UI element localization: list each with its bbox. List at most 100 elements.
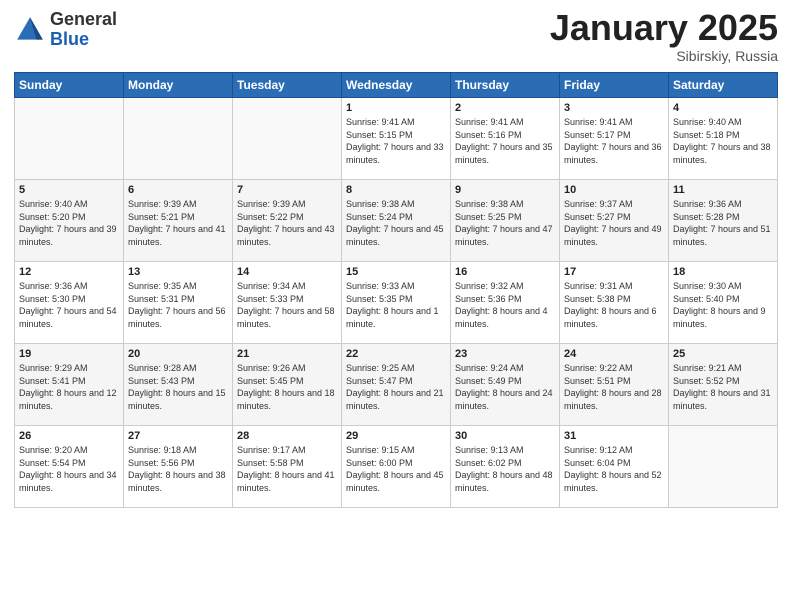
weekday-row: Sunday Monday Tuesday Wednesday Thursday… [15, 73, 778, 98]
col-thursday: Thursday [451, 73, 560, 98]
day-info: Sunrise: 9:40 AMSunset: 5:20 PMDaylight:… [19, 199, 117, 247]
logo: General Blue [14, 10, 117, 50]
calendar-cell: 10 Sunrise: 9:37 AMSunset: 5:27 PMDaylig… [560, 180, 669, 262]
calendar-cell: 1 Sunrise: 9:41 AMSunset: 5:15 PMDayligh… [342, 98, 451, 180]
calendar-cell: 27 Sunrise: 9:18 AMSunset: 5:56 PMDaylig… [124, 426, 233, 508]
day-info: Sunrise: 9:17 AMSunset: 5:58 PMDaylight:… [237, 445, 335, 493]
calendar-body: 1 Sunrise: 9:41 AMSunset: 5:15 PMDayligh… [15, 98, 778, 508]
day-number: 28 [237, 430, 337, 442]
calendar-cell: 30 Sunrise: 9:13 AMSunset: 6:02 PMDaylig… [451, 426, 560, 508]
day-info: Sunrise: 9:38 AMSunset: 5:24 PMDaylight:… [346, 199, 444, 247]
day-number: 25 [673, 348, 773, 360]
logo-text: General Blue [50, 10, 117, 50]
calendar-cell: 8 Sunrise: 9:38 AMSunset: 5:24 PMDayligh… [342, 180, 451, 262]
day-info: Sunrise: 9:22 AMSunset: 5:51 PMDaylight:… [564, 363, 662, 411]
calendar-cell [124, 98, 233, 180]
day-number: 6 [128, 184, 228, 196]
day-info: Sunrise: 9:30 AMSunset: 5:40 PMDaylight:… [673, 281, 766, 329]
day-number: 7 [237, 184, 337, 196]
col-wednesday: Wednesday [342, 73, 451, 98]
calendar-cell: 18 Sunrise: 9:30 AMSunset: 5:40 PMDaylig… [669, 262, 778, 344]
calendar-cell: 20 Sunrise: 9:28 AMSunset: 5:43 PMDaylig… [124, 344, 233, 426]
calendar-week-2: 5 Sunrise: 9:40 AMSunset: 5:20 PMDayligh… [15, 180, 778, 262]
day-info: Sunrise: 9:28 AMSunset: 5:43 PMDaylight:… [128, 363, 226, 411]
col-friday: Friday [560, 73, 669, 98]
calendar-cell: 9 Sunrise: 9:38 AMSunset: 5:25 PMDayligh… [451, 180, 560, 262]
calendar-cell: 13 Sunrise: 9:35 AMSunset: 5:31 PMDaylig… [124, 262, 233, 344]
calendar-cell [669, 426, 778, 508]
calendar-cell: 14 Sunrise: 9:34 AMSunset: 5:33 PMDaylig… [233, 262, 342, 344]
calendar-cell: 3 Sunrise: 9:41 AMSunset: 5:17 PMDayligh… [560, 98, 669, 180]
day-number: 20 [128, 348, 228, 360]
day-number: 27 [128, 430, 228, 442]
day-info: Sunrise: 9:34 AMSunset: 5:33 PMDaylight:… [237, 281, 335, 329]
calendar-cell: 16 Sunrise: 9:32 AMSunset: 5:36 PMDaylig… [451, 262, 560, 344]
day-info: Sunrise: 9:38 AMSunset: 5:25 PMDaylight:… [455, 199, 553, 247]
day-number: 19 [19, 348, 119, 360]
day-number: 23 [455, 348, 555, 360]
day-info: Sunrise: 9:39 AMSunset: 5:21 PMDaylight:… [128, 199, 226, 247]
page: General Blue January 2025 Sibirskiy, Rus… [0, 0, 792, 612]
title-block: January 2025 Sibirskiy, Russia [550, 10, 778, 64]
day-number: 18 [673, 266, 773, 278]
calendar-cell: 6 Sunrise: 9:39 AMSunset: 5:21 PMDayligh… [124, 180, 233, 262]
calendar-week-4: 19 Sunrise: 9:29 AMSunset: 5:41 PMDaylig… [15, 344, 778, 426]
day-number: 26 [19, 430, 119, 442]
day-number: 24 [564, 348, 664, 360]
calendar-cell: 2 Sunrise: 9:41 AMSunset: 5:16 PMDayligh… [451, 98, 560, 180]
day-number: 1 [346, 102, 446, 114]
day-info: Sunrise: 9:40 AMSunset: 5:18 PMDaylight:… [673, 117, 771, 165]
day-info: Sunrise: 9:21 AMSunset: 5:52 PMDaylight:… [673, 363, 771, 411]
calendar-cell: 15 Sunrise: 9:33 AMSunset: 5:35 PMDaylig… [342, 262, 451, 344]
col-tuesday: Tuesday [233, 73, 342, 98]
day-info: Sunrise: 9:39 AMSunset: 5:22 PMDaylight:… [237, 199, 335, 247]
day-number: 2 [455, 102, 555, 114]
day-info: Sunrise: 9:33 AMSunset: 5:35 PMDaylight:… [346, 281, 439, 329]
day-info: Sunrise: 9:32 AMSunset: 5:36 PMDaylight:… [455, 281, 548, 329]
day-number: 10 [564, 184, 664, 196]
calendar-cell: 31 Sunrise: 9:12 AMSunset: 6:04 PMDaylig… [560, 426, 669, 508]
day-info: Sunrise: 9:29 AMSunset: 5:41 PMDaylight:… [19, 363, 117, 411]
calendar-cell: 25 Sunrise: 9:21 AMSunset: 5:52 PMDaylig… [669, 344, 778, 426]
day-number: 4 [673, 102, 773, 114]
calendar-week-3: 12 Sunrise: 9:36 AMSunset: 5:30 PMDaylig… [15, 262, 778, 344]
day-number: 29 [346, 430, 446, 442]
day-number: 16 [455, 266, 555, 278]
month-title: January 2025 [550, 10, 778, 46]
calendar-cell: 4 Sunrise: 9:40 AMSunset: 5:18 PMDayligh… [669, 98, 778, 180]
calendar-cell: 22 Sunrise: 9:25 AMSunset: 5:47 PMDaylig… [342, 344, 451, 426]
calendar: Sunday Monday Tuesday Wednesday Thursday… [14, 72, 778, 508]
calendar-cell: 11 Sunrise: 9:36 AMSunset: 5:28 PMDaylig… [669, 180, 778, 262]
day-info: Sunrise: 9:24 AMSunset: 5:49 PMDaylight:… [455, 363, 553, 411]
day-info: Sunrise: 9:25 AMSunset: 5:47 PMDaylight:… [346, 363, 444, 411]
day-info: Sunrise: 9:37 AMSunset: 5:27 PMDaylight:… [564, 199, 662, 247]
calendar-header: Sunday Monday Tuesday Wednesday Thursday… [15, 73, 778, 98]
calendar-cell: 7 Sunrise: 9:39 AMSunset: 5:22 PMDayligh… [233, 180, 342, 262]
col-monday: Monday [124, 73, 233, 98]
day-number: 15 [346, 266, 446, 278]
day-number: 9 [455, 184, 555, 196]
calendar-cell: 17 Sunrise: 9:31 AMSunset: 5:38 PMDaylig… [560, 262, 669, 344]
calendar-cell: 23 Sunrise: 9:24 AMSunset: 5:49 PMDaylig… [451, 344, 560, 426]
calendar-cell: 19 Sunrise: 9:29 AMSunset: 5:41 PMDaylig… [15, 344, 124, 426]
day-info: Sunrise: 9:36 AMSunset: 5:28 PMDaylight:… [673, 199, 771, 247]
day-number: 30 [455, 430, 555, 442]
day-info: Sunrise: 9:35 AMSunset: 5:31 PMDaylight:… [128, 281, 226, 329]
day-number: 21 [237, 348, 337, 360]
day-number: 17 [564, 266, 664, 278]
calendar-cell [233, 98, 342, 180]
logo-general: General [50, 9, 117, 29]
day-info: Sunrise: 9:13 AMSunset: 6:02 PMDaylight:… [455, 445, 553, 493]
location-subtitle: Sibirskiy, Russia [550, 48, 778, 64]
day-info: Sunrise: 9:26 AMSunset: 5:45 PMDaylight:… [237, 363, 335, 411]
calendar-cell [15, 98, 124, 180]
col-sunday: Sunday [15, 73, 124, 98]
col-saturday: Saturday [669, 73, 778, 98]
day-info: Sunrise: 9:12 AMSunset: 6:04 PMDaylight:… [564, 445, 662, 493]
header: General Blue January 2025 Sibirskiy, Rus… [14, 10, 778, 64]
day-info: Sunrise: 9:15 AMSunset: 6:00 PMDaylight:… [346, 445, 444, 493]
day-info: Sunrise: 9:41 AMSunset: 5:15 PMDaylight:… [346, 117, 444, 165]
day-info: Sunrise: 9:41 AMSunset: 5:17 PMDaylight:… [564, 117, 662, 165]
calendar-cell: 21 Sunrise: 9:26 AMSunset: 5:45 PMDaylig… [233, 344, 342, 426]
day-number: 22 [346, 348, 446, 360]
